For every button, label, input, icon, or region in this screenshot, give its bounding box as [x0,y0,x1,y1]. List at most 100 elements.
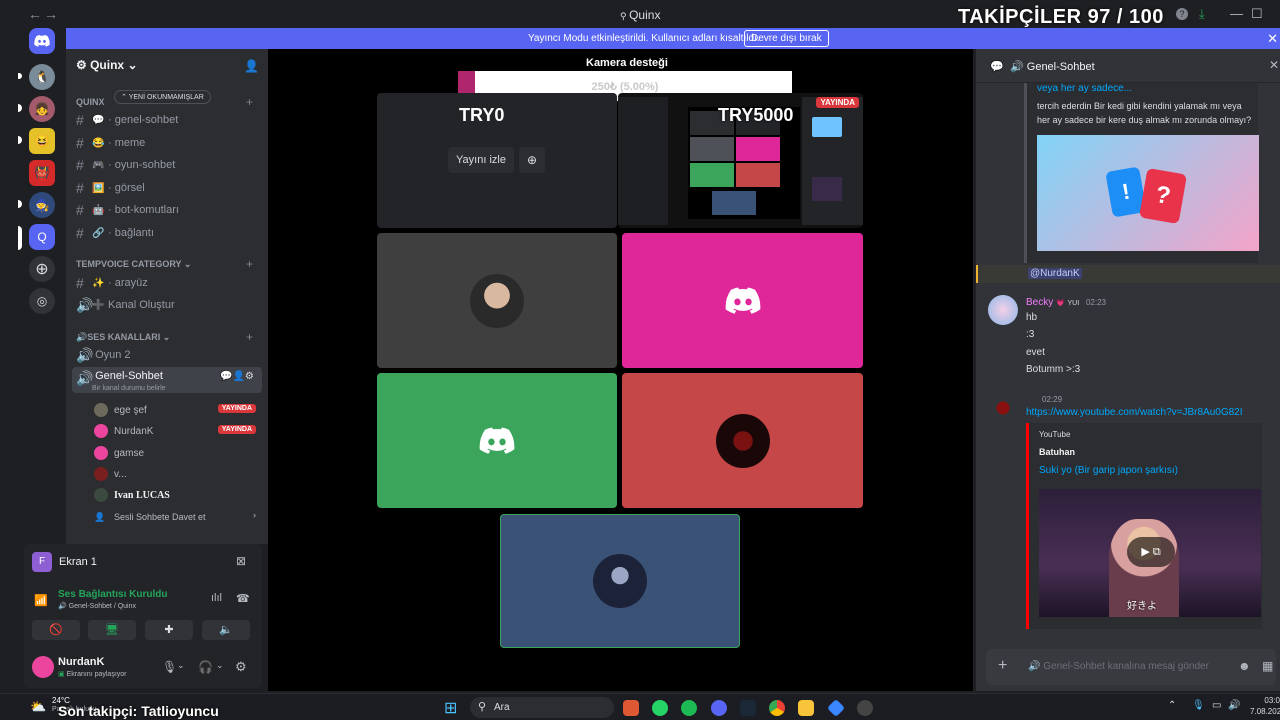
close-chat-icon[interactable]: ✕ [1269,58,1279,72]
microphone-tray-icon[interactable]: 🎙 [1192,700,1205,711]
watch-stream-button[interactable]: Yayını izle [448,147,514,173]
embed-provider[interactable]: YouTube [1039,430,1070,439]
participant-tile-ivan[interactable] [500,514,740,648]
soundboard-button[interactable]: 🔈 [202,620,250,640]
add-member-icon[interactable]: 👤 [244,59,259,73]
channel-oyun-sohbet[interactable]: # 🎮 · oyun-sohbet [76,155,262,175]
chrome-profile-icon[interactable] [623,700,639,716]
user-name[interactable]: NurdanK [58,656,104,668]
direct-messages-icon[interactable] [29,28,55,54]
invite-to-voice[interactable]: 👤 Sesli Sohbete Davet et › [94,508,256,526]
avatar[interactable] [988,295,1018,325]
obs-icon[interactable] [857,700,873,716]
unread-chip[interactable]: ⌃ YENİ OKUNMAMIŞLAR [114,90,211,104]
channel-genel-sohbet-voice[interactable]: 🔊 Genel-Sohbet Bir kanal durumu belirle … [72,367,262,393]
channel-bot-komutlari[interactable]: # 🤖 · bot-komutları [76,200,262,220]
participant-tile-gamse[interactable] [377,373,617,508]
thread-icon[interactable]: 💬 [990,60,1004,73]
channel-genel-sohbet[interactable]: # 💬 · genel-sohbet [76,110,262,130]
category-quinx[interactable]: Quinx [76,97,105,107]
channel-oyun-2[interactable]: 🔊 Oyun 2 [76,345,262,365]
popout-icon[interactable]: ⊕ [519,147,545,173]
minimize-button[interactable]: — [1230,6,1243,21]
camera-toggle-button[interactable]: 🚫 [32,620,80,640]
stop-stream-icon[interactable]: ⊠ [236,554,246,568]
voice-status[interactable]: Ses Bağlantısı Kuruldu [58,589,167,600]
channel-kanal-olustur[interactable]: 🔊 ➕ Kanal Oluştur [76,295,262,315]
app-icon[interactable] [826,698,846,718]
volume-icon[interactable]: 🔊 [1228,700,1240,711]
channel-arayuz[interactable]: # ✨ · arayüz [76,273,262,293]
explore-icon[interactable]: ◎ [29,288,55,314]
microphone-icon[interactable]: 🎙 [162,660,177,674]
participant-tile-v[interactable] [622,373,863,508]
avatar[interactable] [32,656,54,678]
mention-tag[interactable]: @NurdanK [1028,268,1082,279]
category-tempvoice[interactable]: TEMPVOICE CATEGORY ⌄ [76,259,191,270]
activities-button[interactable]: ✚ [145,620,193,640]
youtube-link[interactable]: https://www.youtube.com/watch?v=JBr8Au0G… [1026,407,1243,418]
server-quinx-icon[interactable]: Q [29,224,55,250]
embed-title[interactable]: veya her ay sadece... [1037,83,1132,94]
channel-baglanti[interactable]: # 🔗 · bağlantı [76,223,262,243]
emoji-icon[interactable]: ☻ [1238,659,1251,673]
voice-member[interactable]: v... [94,465,256,483]
steam-icon[interactable] [740,700,756,716]
category-ses-kanallari[interactable]: 🔊SES KANALLARI ⌄ [76,332,170,343]
settings-gear-icon[interactable]: ⚙ [235,659,247,675]
server-avatar-3[interactable]: 😆 [29,128,55,154]
channel-status[interactable]: Bir kanal durumu belirle [92,385,166,392]
windows-start-icon[interactable]: ⊞ [444,698,457,718]
whatsapp-icon[interactable] [652,700,668,716]
server-avatar-5[interactable]: 🧙 [29,192,55,218]
chevron-down-icon[interactable]: ⌄ [177,660,185,671]
disconnect-icon[interactable]: ☎ [236,592,250,605]
video-thumbnail[interactable]: ▶ ⧉ 好きよ [1039,489,1261,617]
message-input-placeholder[interactable]: 🔊 Genel-Sohbet kanalına mesaj gönder [1028,661,1209,672]
participant-tile-ege[interactable] [377,233,617,368]
message-author[interactable]: Becky [1026,297,1053,308]
voice-member[interactable]: gamse [94,444,256,462]
server-avatar-1[interactable]: 🐧 [29,64,55,90]
embed-author[interactable]: Batuhan [1039,447,1075,457]
create-channel-icon[interactable]: + [246,95,253,109]
taskbar-search[interactable]: ⚲ Ara [470,697,614,718]
spotify-icon[interactable] [681,700,697,716]
add-server-icon[interactable]: ⊕ [29,256,55,282]
clock-time[interactable]: 03:0 [1250,696,1280,705]
back-arrow-icon[interactable]: ← [28,6,42,22]
channel-actions-icons[interactable]: 💬👤⚙ [220,371,254,382]
voice-member[interactable]: NurdanK YAYINDA [94,422,256,440]
network-icon[interactable]: ▭ [1212,700,1221,711]
chevron-down-icon[interactable]: ⌄ [216,660,224,671]
voice-member[interactable]: ege şef YAYINDA [94,401,256,419]
apps-icon[interactable]: ▦ [1262,659,1273,673]
channel-meme[interactable]: # 😂 · meme [76,133,262,153]
download-icon[interactable]: ⤓ [1199,6,1205,22]
noise-suppression-icon[interactable]: ılıl [211,592,222,604]
embed-image[interactable]: ! ? [1037,135,1259,251]
disable-streamer-mode-button[interactable]: Devre dışı bırak [744,30,829,47]
signal-icon[interactable]: 📶 [34,594,48,607]
play-button-icon[interactable]: ▶ ⧉ [1127,537,1175,567]
stream-tile-1[interactable]: TRY0 Yayını izle ⊕ [377,93,617,228]
participant-tile-nurdank[interactable] [622,233,863,368]
screen-share-button[interactable]: 🖥 [88,620,136,640]
file-explorer-icon[interactable] [798,700,814,716]
server-avatar-2[interactable]: 👧 [29,96,55,122]
channel-gorsel[interactable]: # 🖼️ · görsel [76,178,262,198]
maximize-button[interactable]: ☐ [1251,6,1263,22]
create-channel-icon[interactable]: + [246,330,253,344]
message-input-box[interactable]: + 🔊 Genel-Sohbet kanalına mesaj gönder ☻… [986,649,1276,685]
embed-video-title[interactable]: Suki yo (Bir garip japon şarkısı) [1039,465,1178,476]
forward-arrow-icon[interactable]: → [44,6,58,22]
server-avatar-4[interactable]: 👹 [29,160,55,186]
help-icon[interactable]: ? [1176,8,1188,20]
weather-icon[interactable]: ⛅ [30,699,46,715]
tray-overflow-icon[interactable]: ⌃ [1168,700,1176,711]
add-attachment-icon[interactable]: + [998,657,1007,675]
clock-date[interactable]: 7.08.202 [1250,707,1280,716]
voice-member[interactable]: Ivan LUCAS [94,486,256,504]
avatar[interactable] [988,393,1018,423]
guild-header[interactable]: ⚙ Quinx ⌄ [76,58,138,72]
